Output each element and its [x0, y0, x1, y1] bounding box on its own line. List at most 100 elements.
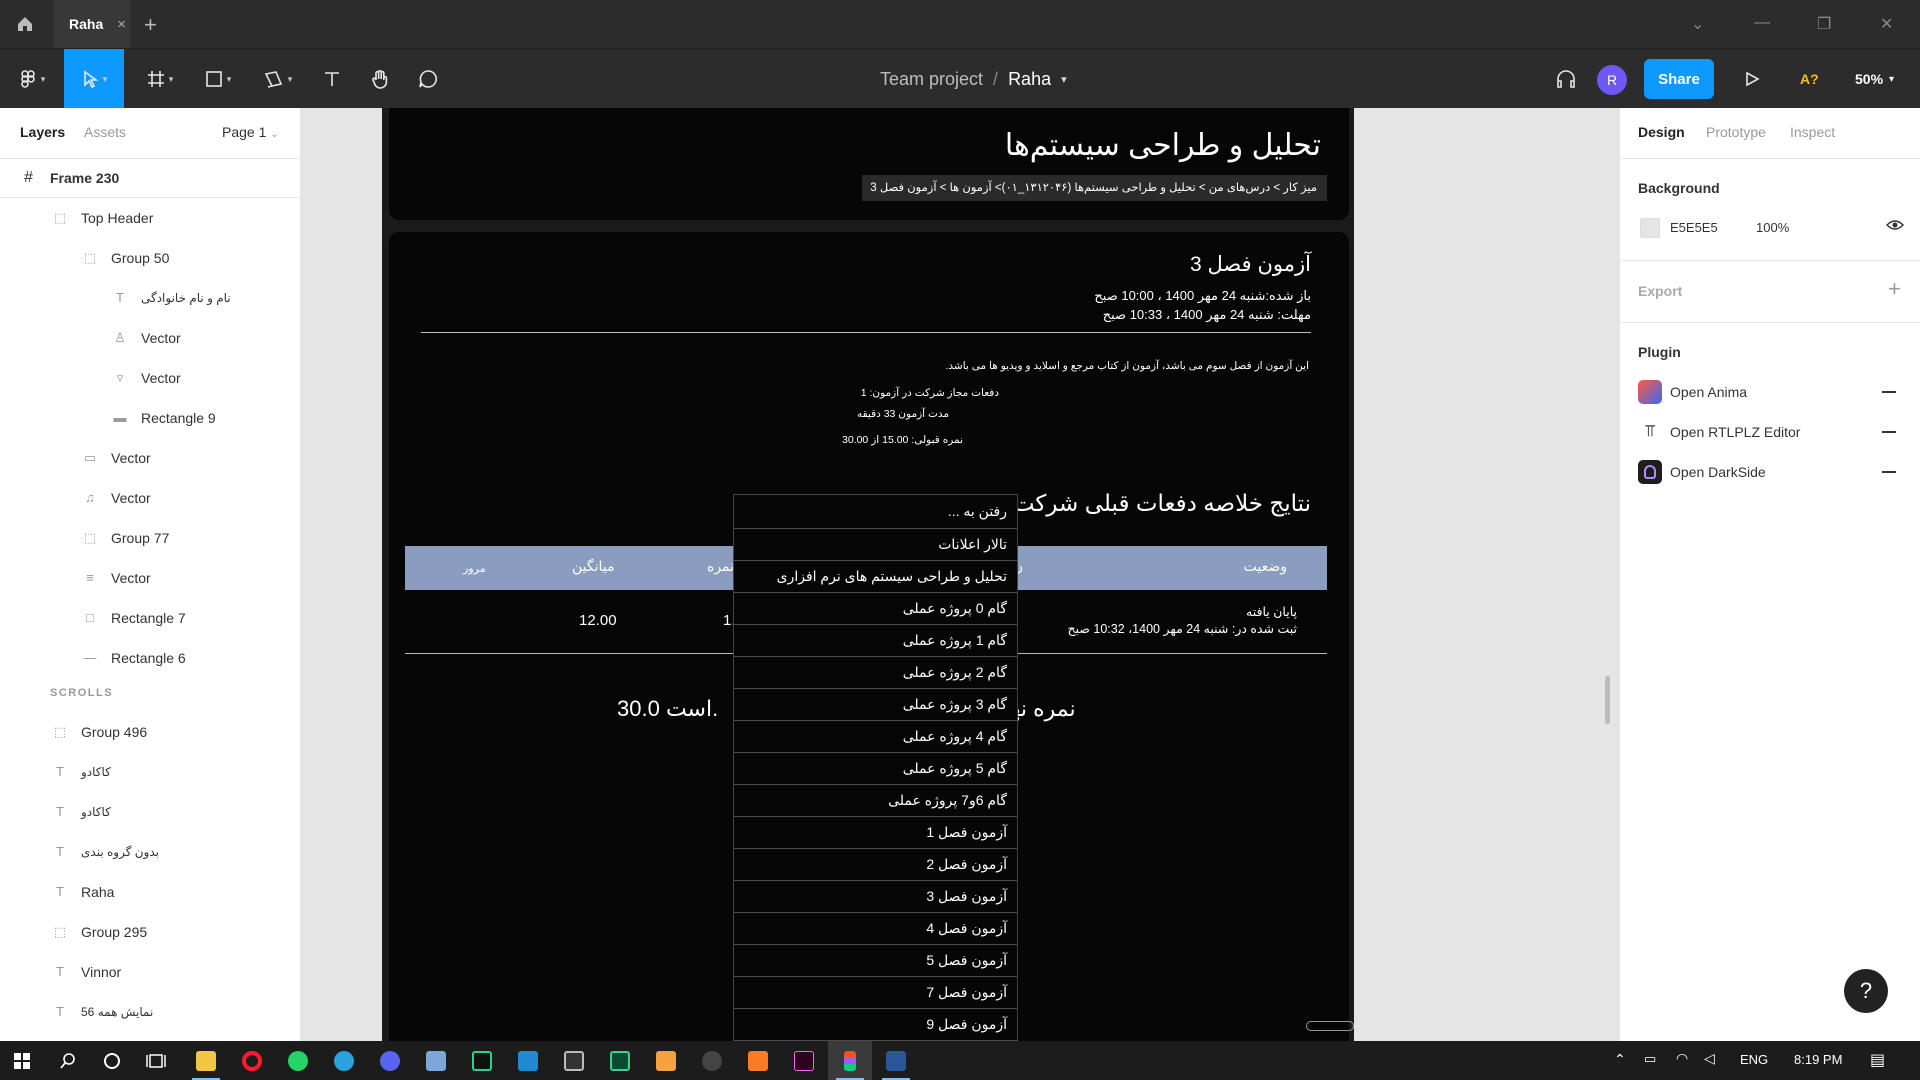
- plugin-row[interactable]: ⫪ Open RTLPLZ Editor: [1620, 412, 1920, 452]
- canvas-scrollbar[interactable]: [1605, 676, 1610, 724]
- minus-icon[interactable]: [1882, 471, 1896, 473]
- dropdown-item[interactable]: گام 4 پروژه عملی: [734, 721, 1017, 753]
- restore-icon[interactable]: ❐: [1817, 14, 1831, 34]
- app-icon[interactable]: [644, 1041, 688, 1080]
- search-icon[interactable]: [46, 1041, 90, 1080]
- tab-prototype[interactable]: Prototype: [1706, 124, 1766, 140]
- windows-start-icon[interactable]: [0, 1041, 44, 1080]
- dropdown-item[interactable]: گام 2 پروژه عملی: [734, 657, 1017, 689]
- layer-row[interactable]: T بدون گروه بندی: [0, 832, 300, 872]
- text-tool-button[interactable]: [314, 49, 350, 109]
- tab-assets[interactable]: Assets: [84, 124, 126, 140]
- dropdown-item[interactable]: آزمون فصل 3: [734, 881, 1017, 913]
- telegram-icon[interactable]: [322, 1041, 366, 1080]
- layer-row[interactable]: T نمایش همه 56: [0, 992, 300, 1032]
- chevron-down-icon[interactable]: ⌄: [1691, 14, 1704, 34]
- language-indicator[interactable]: ENG: [1740, 1052, 1768, 1067]
- layer-row[interactable]: ♙ Vector: [0, 318, 300, 358]
- minus-icon[interactable]: [1882, 391, 1896, 393]
- top-header[interactable]: تحلیل و طراحی سیستم‌ها میز کار > درس‌های…: [389, 108, 1349, 220]
- dropdown-item[interactable]: آزمون فصل 7: [734, 977, 1017, 1009]
- whatsapp-icon[interactable]: [276, 1041, 320, 1080]
- tab-inspect[interactable]: Inspect: [1790, 124, 1835, 140]
- layer-row[interactable]: ≡ Vector: [0, 558, 300, 598]
- dropdown-item[interactable]: تالار اعلانات: [734, 529, 1017, 561]
- new-tab-button[interactable]: +: [144, 12, 157, 38]
- frame-tool-button[interactable]: ▾: [136, 49, 184, 109]
- project-name[interactable]: Team project: [880, 69, 983, 90]
- word-icon[interactable]: [874, 1041, 918, 1080]
- wifi-icon[interactable]: ◠: [1676, 1050, 1688, 1067]
- accessibility-check-button[interactable]: A?: [1800, 49, 1819, 109]
- shape-tool-button[interactable]: ▾: [194, 49, 242, 109]
- layer-frame[interactable]: # Frame 230: [0, 158, 300, 198]
- minus-icon[interactable]: [1882, 431, 1896, 433]
- file-name[interactable]: Raha: [1008, 69, 1051, 90]
- help-button[interactable]: ?: [1844, 969, 1888, 1013]
- layer-row[interactable]: ⬚ Group 50: [0, 238, 300, 278]
- app-icon[interactable]: [598, 1041, 642, 1080]
- tab-design[interactable]: Design: [1638, 124, 1685, 140]
- cortana-icon[interactable]: [90, 1041, 134, 1080]
- home-icon[interactable]: [0, 0, 50, 48]
- dropdown-item[interactable]: رفتن به ...: [734, 495, 1017, 529]
- comment-tool-button[interactable]: [410, 49, 446, 109]
- figma-icon[interactable]: [828, 1041, 872, 1080]
- layer-row[interactable]: ⬚ Group 496: [0, 712, 300, 752]
- pycharm-icon[interactable]: [460, 1041, 504, 1080]
- document-title[interactable]: Team project / Raha ▾: [880, 49, 1067, 109]
- close-tab-icon[interactable]: ×: [117, 16, 126, 33]
- layer-row[interactable]: ⬚ Group 295: [0, 912, 300, 952]
- dropdown-item[interactable]: گام 0 پروژه عملی: [734, 593, 1017, 625]
- layer-row[interactable]: ▿ Vector: [0, 358, 300, 398]
- layer-row[interactable]: ⬚ Top Header: [0, 198, 300, 238]
- vscode-icon[interactable]: [506, 1041, 550, 1080]
- dropdown-item[interactable]: گام 5 پروژه عملی: [734, 753, 1017, 785]
- file-tab[interactable]: Raha ×: [54, 0, 130, 48]
- scroll-indicator[interactable]: [1306, 1021, 1354, 1031]
- zoom-dropdown[interactable]: 50% ▾: [1855, 49, 1894, 109]
- clock[interactable]: 8:19 PM: [1794, 1052, 1842, 1067]
- layer-row[interactable]: ▬ Rectangle 9: [0, 398, 300, 438]
- layer-row[interactable]: ♫ Vector: [0, 478, 300, 518]
- dropdown-item[interactable]: گام 3 پروژه عملی: [734, 689, 1017, 721]
- xampp-icon[interactable]: [736, 1041, 780, 1080]
- layer-row[interactable]: ▭ Vector: [0, 438, 300, 478]
- tab-layers[interactable]: Layers: [20, 124, 65, 140]
- plugin-row[interactable]: Open DarkSide: [1620, 452, 1920, 492]
- notifications-icon[interactable]: ▤: [1870, 1050, 1885, 1070]
- adobe-xd-icon[interactable]: [782, 1041, 826, 1080]
- dropdown-item[interactable]: آزمون فصل 4: [734, 913, 1017, 945]
- layer-row[interactable]: T کاکادو: [0, 792, 300, 832]
- dropdown-item[interactable]: آزمون فصل 9: [734, 1009, 1017, 1041]
- app-icon[interactable]: [552, 1041, 596, 1080]
- headphones-icon[interactable]: [1550, 49, 1582, 109]
- close-window-icon[interactable]: ✕: [1880, 14, 1893, 34]
- chevron-down-icon[interactable]: ▾: [1061, 73, 1067, 86]
- opera-icon[interactable]: [230, 1041, 274, 1080]
- virtualbox-icon[interactable]: [414, 1041, 458, 1080]
- jump-to-dropdown[interactable]: رفتن به ... تالار اعلانات تحلیل و طراحی …: [733, 494, 1018, 1041]
- file-explorer-icon[interactable]: [184, 1041, 228, 1080]
- background-swatch[interactable]: [1640, 218, 1660, 238]
- present-button[interactable]: [1736, 49, 1768, 109]
- minimize-icon[interactable]: —: [1754, 14, 1770, 32]
- avatar[interactable]: R: [1597, 65, 1627, 95]
- layer-row[interactable]: T کاکادو: [0, 752, 300, 792]
- background-opacity-input[interactable]: 100%: [1756, 220, 1789, 235]
- dropdown-item[interactable]: تحلیل و طراحی سیستم های نرم افزاری: [734, 561, 1017, 593]
- dropdown-item[interactable]: گام 1 پروژه عملی: [734, 625, 1017, 657]
- app-icon[interactable]: [690, 1041, 734, 1080]
- layer-row[interactable]: T Raha: [0, 872, 300, 912]
- chevron-up-icon[interactable]: ⌃: [1614, 1051, 1626, 1068]
- canvas[interactable]: تحلیل و طراحی سیستم‌ها میز کار > درس‌های…: [301, 108, 1619, 1041]
- dropdown-item[interactable]: آزمون فصل 1: [734, 817, 1017, 849]
- dropdown-item[interactable]: گام 6و7 پروژه عملی: [734, 785, 1017, 817]
- dropdown-item[interactable]: آزمون فصل 2: [734, 849, 1017, 881]
- page-selector[interactable]: Page 1 ⌄: [222, 124, 279, 140]
- plugin-row[interactable]: Open Anima: [1620, 372, 1920, 412]
- volume-icon[interactable]: ◁: [1704, 1050, 1715, 1067]
- layer-row[interactable]: T Vinnor: [0, 952, 300, 992]
- layer-row[interactable]: — Rectangle 6: [0, 638, 300, 678]
- layer-row[interactable]: □ Rectangle 7: [0, 598, 300, 638]
